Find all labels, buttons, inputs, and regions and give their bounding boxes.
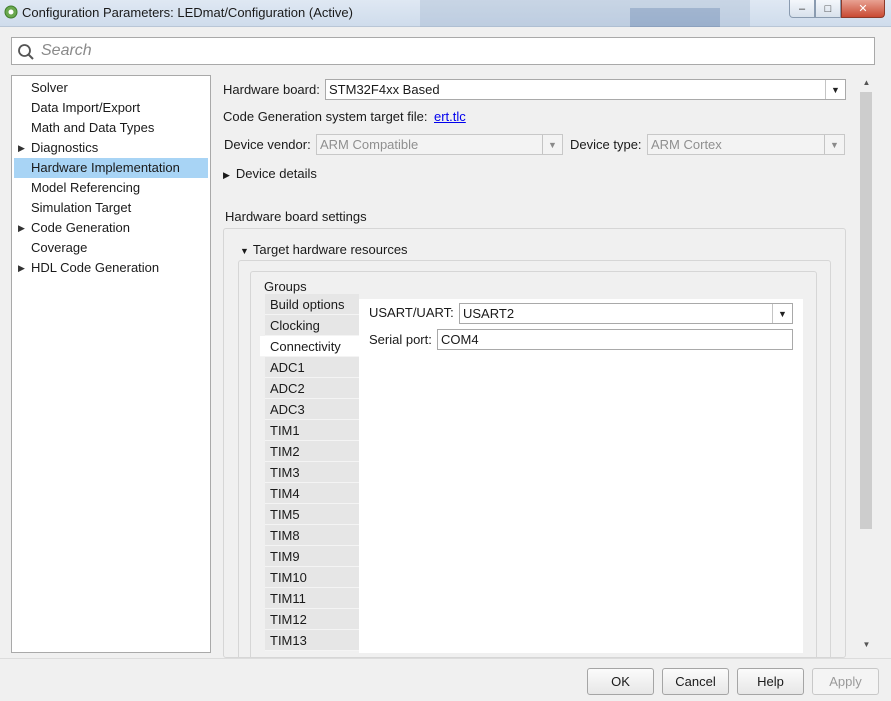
group-tab[interactable]: TIM5 [265, 504, 359, 525]
group-tab[interactable]: TIM2 [265, 441, 359, 462]
scrollbar-thumb[interactable] [860, 92, 872, 529]
group-tab[interactable]: TIM9 [265, 546, 359, 567]
target-resources-label: Target hardware resources [252, 242, 408, 257]
minimize-icon: – [798, 2, 806, 15]
category-tree: Solver Data Import/Export Math and Data Ty… [11, 75, 211, 653]
maximize-icon: □ [824, 2, 832, 15]
target-file-link[interactable]: ert.tlc [434, 109, 466, 124]
tree-item-label: Hardware Implementation [31, 160, 180, 175]
search-box [11, 37, 875, 65]
window-controls: – □ ✕ [789, 0, 885, 18]
group-tab[interactable]: ADC1 [265, 357, 359, 378]
close-button[interactable]: ✕ [841, 0, 885, 18]
serial-port-label: Serial port: [369, 332, 432, 347]
device-vendor-value: ARM Compatible [320, 137, 419, 152]
window-title: Configuration Parameters: LEDmat/Configu… [22, 5, 353, 20]
tree-item-label: Simulation Target [31, 200, 132, 215]
minimize-button[interactable]: – [789, 0, 815, 18]
group-tab[interactable]: TIM8 [265, 525, 359, 546]
target-resources-toggle[interactable]: ▼ Target hardware resources [240, 242, 408, 257]
tree-item-label: Model Referencing [31, 180, 141, 195]
group-tab[interactable]: TIM10 [265, 567, 359, 588]
help-button[interactable]: Help [737, 668, 804, 695]
groups-label: Groups [264, 279, 307, 294]
dialog-footer: OK Cancel Help Apply [0, 658, 891, 701]
group-tab[interactable]: TIM4 [265, 483, 359, 504]
groups-list: Build options Clocking Connectivity ADC1 ADC… [260, 294, 359, 653]
serial-port-field[interactable] [437, 329, 793, 350]
hardware-board-value: STM32F4xx Based [329, 82, 440, 97]
settings-panel: Hardware board: STM32F4xx Based ▼ Code G… [216, 75, 876, 661]
serial-port-input[interactable] [438, 330, 792, 349]
usart-select[interactable]: USART2 ▼ [459, 303, 793, 324]
tree-item-label: Math and Data Types [31, 120, 155, 135]
tree-item-label: Diagnostics [31, 140, 99, 155]
usart-value: USART2 [463, 306, 515, 321]
chevron-down-icon: ▼ [772, 304, 792, 323]
expand-arrow-icon[interactable]: ▶ [18, 138, 25, 158]
group-tab[interactable]: Connectivity [260, 336, 359, 357]
close-icon: ✕ [858, 3, 868, 15]
scroll-down-icon[interactable]: ▼ [858, 637, 875, 653]
group-tab[interactable]: TIM12 [265, 609, 359, 630]
tree-item[interactable]: Model Referencing [12, 178, 210, 198]
background-window-hint [420, 0, 750, 27]
tree-item-label: Code Generation [31, 220, 131, 235]
hardware-board-label: Hardware board: [223, 82, 320, 97]
tree-item[interactable]: Data Import/Export [12, 98, 210, 118]
expand-arrow-icon[interactable]: ▶ [18, 218, 25, 238]
group-tab[interactable]: ADC2 [265, 378, 359, 399]
group-tab[interactable]: Build options [265, 294, 359, 315]
title-bar: Configuration Parameters: LEDmat/Configu… [0, 0, 891, 27]
apply-button[interactable]: Apply [812, 668, 879, 695]
tree-item[interactable]: Solver [12, 78, 210, 98]
expand-arrow-icon[interactable]: ▶ [18, 258, 25, 278]
chevron-down-icon: ▼ [542, 135, 562, 154]
hardware-board-select[interactable]: STM32F4xx Based ▼ [325, 79, 846, 100]
tree-item[interactable]: ▶ Diagnostics [12, 138, 210, 158]
device-type-select[interactable]: ARM Cortex ▼ [647, 134, 845, 155]
device-vendor-select[interactable]: ARM Compatible ▼ [316, 134, 563, 155]
device-type-value: ARM Cortex [651, 137, 722, 152]
connectivity-panel: USART/UART: USART2 ▼ Serial port: [359, 299, 803, 653]
scroll-up-icon[interactable]: ▲ [858, 75, 875, 91]
expand-arrow-icon: ▶ [223, 170, 230, 180]
tree-item-label: Data Import/Export [31, 100, 141, 115]
usart-label: USART/UART: [369, 305, 454, 320]
device-vendor-label: Device vendor: [224, 137, 311, 152]
search-icon [18, 44, 34, 60]
chevron-down-icon: ▼ [825, 80, 845, 99]
tree-item[interactable]: ▶ Code Generation [12, 218, 210, 238]
tree-item-label: Solver [31, 80, 68, 95]
group-tab[interactable]: ADC3 [265, 399, 359, 420]
device-details-toggle[interactable]: ▶ Device details [223, 166, 317, 181]
target-file-label: Code Generation system target file: [223, 109, 428, 124]
chevron-down-icon: ▼ [824, 135, 844, 154]
group-tab[interactable]: Clocking [265, 315, 359, 336]
tree-item[interactable]: Hardware Implementation [14, 158, 208, 178]
tree-item[interactable]: ▶ HDL Code Generation [12, 258, 210, 278]
cancel-button[interactable]: Cancel [662, 668, 729, 695]
tree-item-label: HDL Code Generation [31, 260, 160, 275]
board-settings-heading: Hardware board settings [225, 209, 367, 224]
device-type-label: Device type: [570, 137, 642, 152]
collapse-arrow-icon: ▼ [240, 246, 249, 256]
tree-item[interactable]: Coverage [12, 238, 210, 258]
ok-button[interactable]: OK [587, 668, 654, 695]
maximize-button[interactable]: □ [815, 0, 841, 18]
tree-item[interactable]: Math and Data Types [12, 118, 210, 138]
device-details-label: Device details [235, 166, 317, 181]
tree-item[interactable]: Simulation Target [12, 198, 210, 218]
matlab-app-icon [4, 5, 18, 19]
vertical-scrollbar[interactable]: ▲ ▼ [858, 75, 875, 653]
tree-item-label: Coverage [31, 240, 88, 255]
group-tab[interactable]: TIM3 [265, 462, 359, 483]
group-tab[interactable]: TIM11 [265, 588, 359, 609]
group-tab[interactable]: TIM1 [265, 420, 359, 441]
search-input[interactable] [39, 40, 859, 62]
group-tab[interactable]: TIM13 [265, 630, 359, 651]
